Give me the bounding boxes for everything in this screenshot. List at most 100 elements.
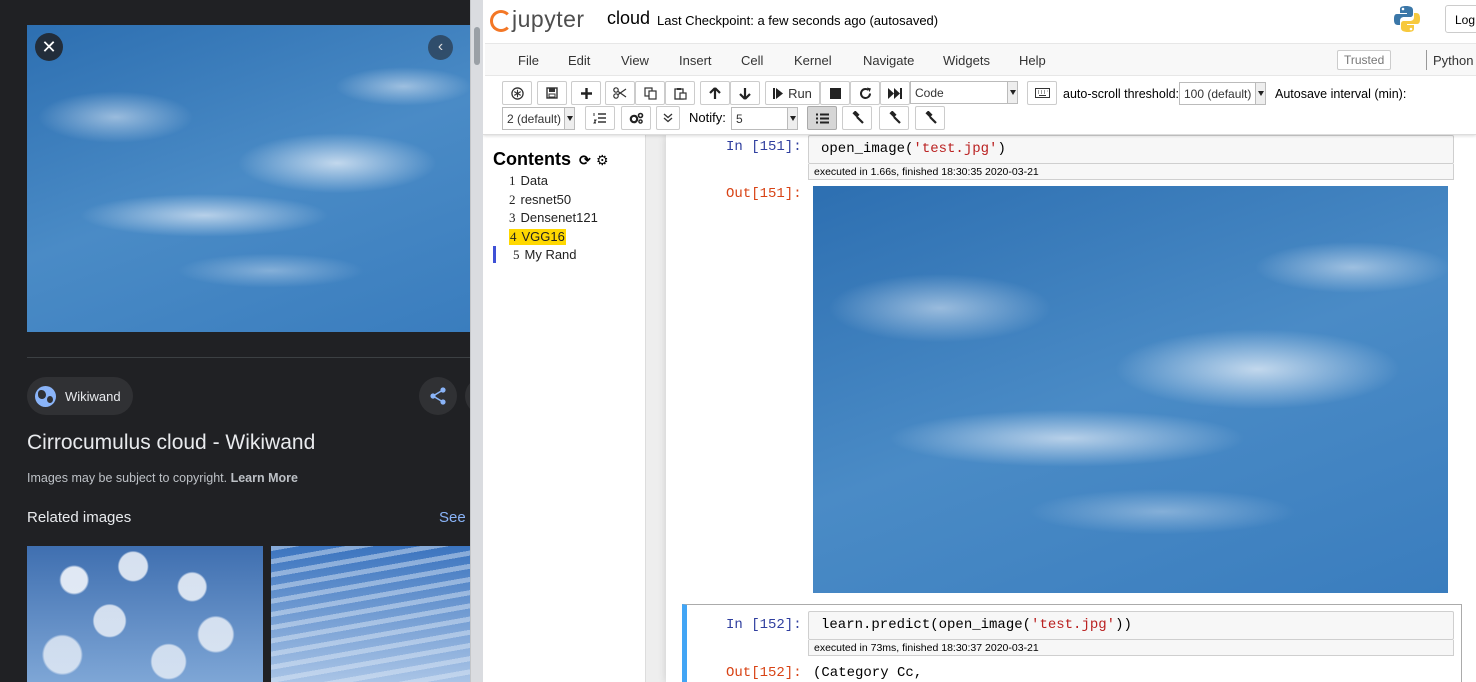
move-down-button[interactable]: [730, 81, 760, 105]
menu-widgets[interactable]: Widgets: [943, 53, 990, 68]
paste-button[interactable]: [665, 81, 695, 105]
related-image-thumbnail[interactable]: [27, 546, 263, 682]
toc-item[interactable]: 5 My Rand: [513, 247, 577, 263]
restart-button[interactable]: [850, 81, 880, 105]
insert-cell-button[interactable]: [571, 81, 601, 105]
toc-item-label: My Rand: [524, 247, 577, 262]
list-icon: [815, 113, 829, 123]
related-image-thumbnail[interactable]: [271, 546, 470, 682]
code-text: ): [997, 141, 1006, 157]
share-button[interactable]: [419, 377, 457, 415]
jupyter-logo[interactable]: jupyter: [487, 5, 585, 33]
execution-time: executed in 73ms, finished 18:30:37 2020…: [808, 640, 1454, 656]
chevron-left-icon[interactable]: ‹: [428, 35, 453, 60]
autoscroll-select[interactable]: 100 (default): [1179, 82, 1266, 105]
toc-title: Contents: [493, 149, 571, 169]
trusted-badge[interactable]: Trusted: [1337, 50, 1392, 70]
chevron-double-down-icon: [663, 113, 673, 123]
output-prompt: Out[152]:: [726, 665, 802, 681]
close-icon[interactable]: ✕: [35, 33, 63, 61]
cogs-icon: [629, 112, 643, 124]
toc-item-label: Densenet121: [520, 210, 598, 225]
chevron-down-icon: [1258, 91, 1264, 96]
menu-insert[interactable]: Insert: [679, 53, 712, 68]
notebook-name[interactable]: cloud: [607, 8, 650, 29]
code-input[interactable]: learn.predict(open_image('test.jpg')): [808, 611, 1454, 640]
code-string: 'test.jpg': [1031, 617, 1116, 633]
toc-item-label: VGG16: [521, 229, 565, 244]
cell-type-value: Code: [915, 86, 944, 100]
keyboard-icon: [1034, 88, 1050, 98]
menu-edit[interactable]: Edit: [568, 53, 590, 68]
image-viewer-panel: ✕ ‹ Wikiwand Cirrocumulus cloud - Wikiwa…: [0, 0, 470, 682]
gavel-button[interactable]: [842, 106, 872, 130]
gavel-button[interactable]: [915, 106, 945, 130]
notify-label: Notify:: [689, 110, 726, 125]
settings-button[interactable]: [621, 106, 651, 130]
divider: [27, 357, 470, 358]
chevron-down-icon: [1010, 90, 1016, 95]
interrupt-button[interactable]: [820, 81, 850, 105]
cloud-preview-image[interactable]: [27, 25, 470, 332]
image-title[interactable]: Cirrocumulus cloud - Wikiwand: [27, 431, 315, 455]
menu-cell[interactable]: Cell: [741, 53, 763, 68]
toc-item[interactable]: 2 resnet50: [509, 192, 571, 208]
gavel-icon: [925, 111, 937, 124]
toc-item-number: 4: [510, 229, 517, 244]
source-chip[interactable]: Wikiwand: [27, 377, 133, 415]
checkpoint-status: Last Checkpoint: a few seconds ago (auto…: [657, 13, 939, 28]
menu-file[interactable]: File: [518, 53, 539, 68]
learn-more-link[interactable]: Learn More: [231, 471, 298, 485]
source-name: Wikiwand: [65, 388, 121, 404]
arrow-down-icon: [739, 87, 751, 100]
notify-value: 5: [736, 112, 743, 126]
jupyter-logo-text: jupyter: [512, 5, 585, 32]
notebook-container: In [151]: open_image('test.jpg') execute…: [646, 135, 1476, 682]
toc-item-highlighted[interactable]: 4 VGG16: [509, 229, 566, 245]
gavel-icon: [889, 111, 901, 124]
command-palette-button[interactable]: [1027, 81, 1057, 105]
nbextensions-button[interactable]: [502, 81, 532, 105]
cut-button[interactable]: [605, 81, 635, 105]
autosave-select[interactable]: 2 (default): [502, 107, 575, 130]
see-more-link[interactable]: See: [439, 509, 466, 526]
toc-item[interactable]: 3 Densenet121: [509, 210, 598, 226]
move-up-button[interactable]: [700, 81, 730, 105]
collapse-button[interactable]: [656, 106, 680, 130]
copy-button[interactable]: [635, 81, 665, 105]
toc-list-button[interactable]: [807, 106, 837, 130]
notify-select[interactable]: 5: [731, 107, 798, 130]
menu-help[interactable]: Help: [1019, 53, 1046, 68]
menu-view[interactable]: View: [621, 53, 649, 68]
jupyter-notebook: jupyter cloud Last Checkpoint: a few sec…: [483, 0, 1476, 682]
chevron-down-icon: [790, 116, 796, 121]
menu-kernel[interactable]: Kernel: [794, 53, 832, 68]
related-images-heading: Related images: [27, 509, 132, 526]
cell-type-select[interactable]: Code: [910, 81, 1018, 104]
restart-run-all-button[interactable]: [880, 81, 910, 105]
save-button[interactable]: [537, 81, 567, 105]
gear-icon[interactable]: ⚙: [596, 152, 609, 169]
toc-item-number: 3: [509, 210, 516, 225]
toc-item[interactable]: 1 Data: [509, 173, 548, 189]
scissors-icon: [613, 87, 627, 99]
toc-toggle-button[interactable]: [585, 106, 615, 130]
run-button[interactable]: Run: [765, 81, 820, 105]
python-logo-icon: [1394, 6, 1420, 32]
input-prompt: In [151]:: [726, 139, 802, 155]
toc-item-label: resnet50: [520, 192, 572, 207]
plus-icon: [580, 87, 592, 99]
code-text: learn.predict(open_image(: [821, 617, 1032, 633]
refresh-icon[interactable]: ⟳: [579, 152, 591, 169]
paste-icon: [673, 87, 687, 100]
step-forward-icon: [773, 87, 784, 99]
arrow-up-icon: [709, 86, 721, 99]
scrollbar-thumb[interactable]: [474, 27, 480, 65]
code-input[interactable]: open_image('test.jpg'): [808, 135, 1454, 164]
scrollbar[interactable]: [470, 0, 483, 682]
kernel-name[interactable]: Python 3: [1433, 53, 1476, 68]
gavel-icon: [852, 111, 864, 124]
menu-navigate[interactable]: Navigate: [863, 53, 914, 68]
gavel-button[interactable]: [879, 106, 909, 130]
logout-button[interactable]: Log: [1445, 5, 1476, 33]
